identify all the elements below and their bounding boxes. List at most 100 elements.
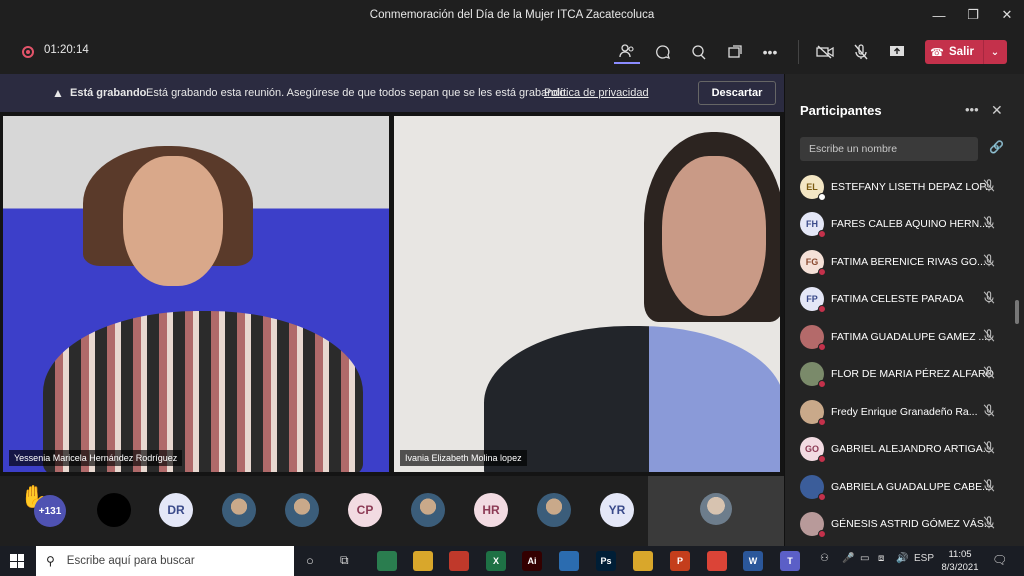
participant-initials: GO [804, 444, 819, 454]
scrollbar[interactable] [1015, 300, 1019, 324]
taskbar-app-icon[interactable] [559, 551, 579, 571]
taskbar-app-icon[interactable]: Ps [596, 551, 616, 571]
privacy-policy-link[interactable]: Política de privacidad [544, 87, 649, 99]
participant-name: GABRIEL ALEJANDRO ARTIGA... [831, 443, 992, 455]
close-icon[interactable]: ✕ [991, 102, 1003, 119]
participant-name: FATIMA GUADALUPE GAMEZ ... [831, 330, 988, 343]
strip-avatar[interactable]: DR [159, 493, 193, 527]
taskbar-app-icon[interactable]: Ai [522, 551, 542, 571]
taskbar-app-icon[interactable] [449, 551, 469, 571]
strip-avatar[interactable] [285, 493, 319, 527]
people-icon[interactable]: ⚇ [820, 553, 829, 564]
share-screen-icon[interactable] [884, 40, 910, 64]
participant-row[interactable]: GO GABRIEL ALEJANDRO ARTIGA... [785, 431, 1024, 468]
taskbar-app-icon[interactable]: X [486, 551, 506, 571]
participant-initials: FP [806, 294, 818, 304]
taskbar-app-icon[interactable]: P [670, 551, 690, 571]
panel-title: Participantes [800, 103, 882, 118]
participant-row[interactable]: FH FARES CALEB AQUINO HERN... [785, 206, 1024, 243]
maximize-button[interactable]: ❐ [956, 0, 990, 30]
mic-off-icon[interactable] [983, 366, 995, 382]
mic-off-icon[interactable] [983, 178, 995, 195]
title-bar: Conmemoración del Día de la Mujer ITCA Z… [0, 0, 1024, 30]
participant-avatar: FH [800, 212, 826, 238]
taskbar-clock[interactable]: 11:05 8/3/2021 [938, 548, 982, 574]
strip-avatar[interactable] [222, 493, 256, 527]
video-tile[interactable]: Ivania Elizabeth Molina lopez [394, 116, 780, 472]
mic-off-icon[interactable] [983, 403, 995, 420]
search-input[interactable] [800, 137, 978, 161]
taskbar-app-icon[interactable] [633, 551, 653, 571]
participant-name: GÉNESIS ASTRID GÓMEZ VÁS... [831, 518, 993, 530]
presence-status-icon [818, 380, 826, 388]
volume-icon[interactable]: 🔊 [896, 553, 908, 564]
task-view-icon[interactable]: ⧉ [340, 553, 349, 568]
video-tile[interactable]: Yessenia Maricela Hernández Rodríguez [3, 116, 389, 472]
participant-row[interactable]: GÉNESIS ASTRID GÓMEZ VÁS... [785, 506, 1024, 543]
strip-avatar[interactable] [537, 493, 571, 527]
taskbar-app-icon[interactable]: T [780, 551, 800, 571]
presence-status-icon [818, 267, 826, 276]
participant-face [662, 156, 766, 316]
presence-status-icon [818, 342, 826, 351]
chat-icon[interactable] [650, 40, 676, 64]
cortana-icon[interactable]: ○ [306, 553, 314, 568]
close-window-button[interactable]: ✕ [990, 0, 1024, 30]
microphone-icon[interactable]: 🎤 [842, 553, 854, 564]
participants-icon[interactable] [614, 40, 640, 64]
participant-initials: FG [805, 256, 819, 267]
participant-avatar [800, 512, 826, 538]
language-indicator[interactable]: ESP [914, 553, 934, 564]
mic-off-icon[interactable] [983, 516, 995, 532]
mic-off-icon[interactable] [983, 328, 995, 345]
chevron-down-icon[interactable]: ⌄ [984, 47, 1006, 58]
strip-avatar[interactable]: CP [348, 493, 382, 527]
self-view[interactable] [648, 476, 784, 546]
taskbar-search[interactable]: ⚲ Escribe aquí para buscar [36, 546, 294, 576]
mic-off-icon[interactable] [983, 478, 995, 495]
more-options-icon[interactable]: ••• [965, 102, 979, 117]
minimize-button[interactable]: — [922, 0, 956, 30]
participant-row[interactable]: FLOR DE MARIA PÉREZ ALFARO [785, 356, 1024, 393]
network-icon[interactable]: ⧈ [878, 553, 884, 564]
reactions-icon[interactable] [686, 40, 712, 64]
strip-avatar[interactable]: YR [600, 493, 634, 527]
strip-avatar[interactable] [97, 493, 131, 527]
taskbar-app-icon[interactable] [707, 551, 727, 571]
taskbar-app-icon[interactable]: W [743, 551, 763, 571]
participant-row[interactable]: FATIMA GUADALUPE GAMEZ ... [785, 318, 1024, 355]
clock-date: 8/3/2021 [941, 562, 979, 573]
participant-name: FLOR DE MARIA PÉREZ ALFARO [831, 368, 994, 380]
toolbar-divider [798, 40, 799, 64]
more-options-icon[interactable]: ••• [757, 40, 783, 64]
participant-row[interactable]: GABRIELA GUADALUPE CABE... [785, 468, 1024, 505]
windows-start-icon[interactable] [10, 554, 24, 568]
participant-row[interactable]: FP FATIMA CELESTE PARADA [785, 281, 1024, 318]
mic-off-icon[interactable] [983, 441, 995, 457]
strip-avatar[interactable] [411, 493, 445, 527]
strip-avatar[interactable]: HR [474, 493, 508, 527]
mic-off-icon[interactable] [848, 40, 874, 64]
participant-row[interactable]: FG FATIMA BERENICE RIVAS GO... [785, 243, 1024, 280]
taskbar-app-icon[interactable] [413, 551, 433, 571]
mic-off-icon[interactable] [983, 291, 995, 307]
participant-row[interactable]: Fredy Enrique Granadeño Ra... [785, 393, 1024, 430]
participant-name: ESTEFANY LISETH DEPAZ LOP... [831, 180, 994, 193]
overflow-count[interactable]: +131 [34, 495, 66, 527]
camera-off-icon[interactable] [812, 40, 838, 64]
banner-title: Está grabando [70, 87, 147, 99]
participant-row[interactable]: EL ESTEFANY LISETH DEPAZ LOP... [785, 168, 1024, 205]
discard-button[interactable]: Descartar [698, 81, 776, 105]
notification-icon[interactable]: 🗨 [992, 553, 1007, 567]
mic-off-icon[interactable] [983, 216, 995, 232]
mic-off-icon[interactable] [983, 253, 995, 270]
banner-message: Está grabando esta reunión. Asegúrese de… [146, 87, 569, 99]
window-title: Conmemoración del Día de la Mujer ITCA Z… [369, 9, 655, 21]
share-tray-icon[interactable] [722, 40, 748, 64]
link-icon[interactable]: 🔗 [989, 140, 1004, 154]
participant-avatar [800, 474, 826, 501]
battery-icon[interactable]: ▭ [860, 553, 869, 564]
participant-name: FATIMA CELESTE PARADA [831, 293, 964, 305]
leave-button[interactable]: ☎ Salir ⌄ [925, 40, 1007, 64]
taskbar-app-icon[interactable] [377, 551, 397, 571]
